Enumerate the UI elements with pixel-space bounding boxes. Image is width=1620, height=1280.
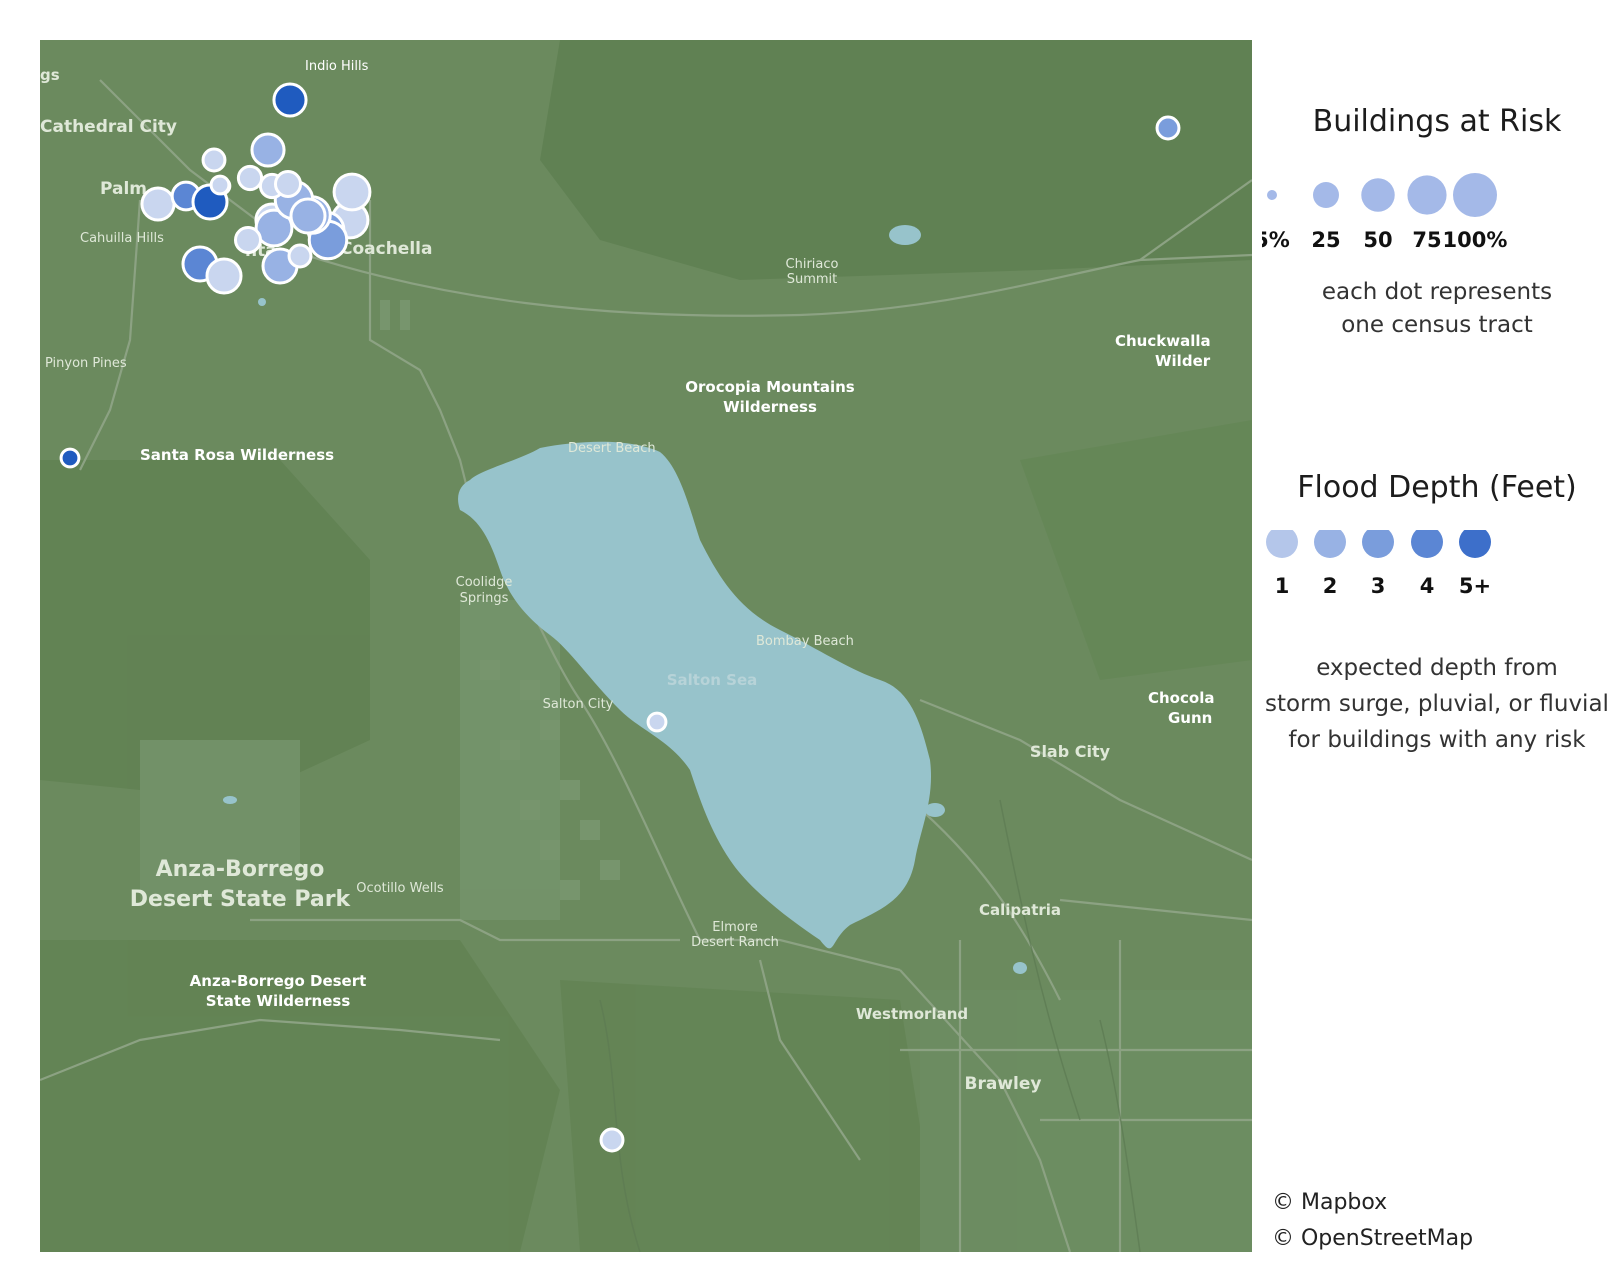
- tract-dot[interactable]: [1155, 115, 1181, 141]
- credit-mapbox[interactable]: © Mapbox: [1272, 1190, 1387, 1215]
- depth-swatch: [1266, 530, 1298, 558]
- place-label: Westmorland: [856, 1005, 968, 1023]
- place-label: Santa Rosa Wilderness: [140, 446, 334, 464]
- depth-swatch-label: 4: [1420, 574, 1435, 598]
- tract-dot[interactable]: [273, 169, 303, 199]
- depth-swatch: [1314, 530, 1346, 558]
- place-label: Bombay Beach: [756, 634, 854, 649]
- size-swatch: [1313, 182, 1339, 208]
- tract-dot[interactable]: [233, 225, 263, 255]
- place-label: Calipatria: [979, 901, 1061, 919]
- place-label: Anza-Borrego: [156, 857, 325, 882]
- tract-dot[interactable]: [140, 186, 176, 222]
- size-legend: Buildings at Risk: [1262, 104, 1612, 139]
- depth-legend-swatches: 1 2 3 4 5+: [1266, 530, 1491, 598]
- depth-note-line-1: expected depth from: [1316, 655, 1558, 681]
- tract-dot[interactable]: [59, 447, 81, 469]
- tract-dot[interactable]: [289, 197, 327, 235]
- place-label: Pinyon Pines: [45, 356, 127, 371]
- tract-dot[interactable]: [599, 1127, 625, 1153]
- size-legend-note: each dot represents one census tract: [1262, 276, 1612, 342]
- place-label: Cathedral City: [40, 117, 177, 137]
- size-swatch: [1361, 178, 1395, 212]
- place-label: Slab City: [1030, 742, 1111, 761]
- place-label: Coolidge: [456, 575, 513, 590]
- size-legend-swatches: 5% 25 50 75100%: [1262, 173, 1508, 252]
- size-note-line-2: one census tract: [1341, 312, 1533, 338]
- place-label: Ocotillo Wells: [356, 881, 444, 896]
- place-label: Wilder: [1155, 352, 1211, 370]
- tract-dot[interactable]: [209, 174, 231, 196]
- depth-legend: Flood Depth (Feet): [1262, 470, 1612, 505]
- credit-openstreetmap[interactable]: © OpenStreetMap: [1272, 1226, 1473, 1251]
- size-swatch: [1267, 190, 1277, 200]
- depth-swatch: [1459, 530, 1491, 558]
- depth-swatch-label: 1: [1275, 574, 1290, 598]
- place-label: Desert Ranch: [691, 935, 779, 950]
- place-label: Cahuilla Hills: [80, 231, 164, 246]
- place-label: Wilderness: [723, 398, 817, 416]
- place-label: Brawley: [965, 1074, 1042, 1094]
- tract-dot[interactable]: [205, 257, 243, 295]
- depth-swatch-label: 2: [1323, 574, 1338, 598]
- size-swatch-label: 5%: [1262, 228, 1290, 252]
- size-legend-title: Buildings at Risk: [1312, 104, 1562, 139]
- size-note-line-1: each dot represents: [1321, 279, 1553, 305]
- place-label: Desert State Park: [130, 887, 352, 912]
- tract-dot[interactable]: [250, 132, 286, 168]
- depth-legend-note: expected depth from storm surge, pluvial…: [1262, 650, 1612, 758]
- depth-swatch: [1411, 530, 1443, 558]
- place-label: Desert Beach: [568, 441, 656, 456]
- depth-swatch: [1362, 530, 1394, 558]
- tract-dot[interactable]: [272, 82, 308, 118]
- tract-dot[interactable]: [646, 711, 668, 733]
- place-label: Chuckwalla: [1115, 332, 1211, 350]
- size-swatch-label: 75: [1412, 228, 1441, 252]
- tract-dot[interactable]: [236, 164, 264, 192]
- map-canvas[interactable]: Indio Hills Cathedral City Palm Cahuilla Hi…: [40, 40, 1252, 1252]
- place-label: Salton Sea: [667, 671, 758, 689]
- place-label: State Wilderness: [206, 992, 351, 1010]
- place-label: Chocola: [1148, 689, 1214, 707]
- depth-note-line-2: storm surge, pluvial, or fluvial: [1265, 691, 1609, 717]
- place-label: gs: [40, 66, 60, 84]
- place-label: Summit: [787, 272, 838, 287]
- size-swatch: [1453, 173, 1497, 217]
- size-swatch-label: 100%: [1443, 228, 1508, 252]
- place-label: Salton City: [543, 697, 614, 712]
- depth-legend-title: Flood Depth (Feet): [1297, 470, 1577, 505]
- place-label: Orocopia Mountains: [685, 378, 855, 396]
- place-label: Chiriaco: [786, 257, 839, 272]
- place-label: Gunn: [1168, 709, 1212, 727]
- place-label: Palm: [100, 179, 147, 199]
- size-swatch: [1407, 175, 1447, 215]
- size-swatch-label: 50: [1363, 228, 1392, 252]
- place-label: Anza-Borrego Desert: [190, 972, 367, 990]
- place-label: Indio Hills: [305, 59, 369, 74]
- depth-swatch-label: 5+: [1459, 574, 1491, 598]
- depth-note-line-3: for buildings with any risk: [1288, 727, 1586, 753]
- place-label: Coachella: [340, 239, 432, 259]
- tract-dot[interactable]: [287, 243, 313, 269]
- tract-dot[interactable]: [201, 147, 227, 173]
- tract-dot[interactable]: [332, 172, 372, 212]
- place-label: Elmore: [712, 920, 758, 935]
- map[interactable]: Indio Hills Cathedral City Palm Cahuilla Hi…: [40, 40, 1252, 1252]
- depth-swatch-label: 3: [1371, 574, 1386, 598]
- size-swatch-label: 25: [1311, 228, 1340, 252]
- place-label: Springs: [460, 591, 509, 606]
